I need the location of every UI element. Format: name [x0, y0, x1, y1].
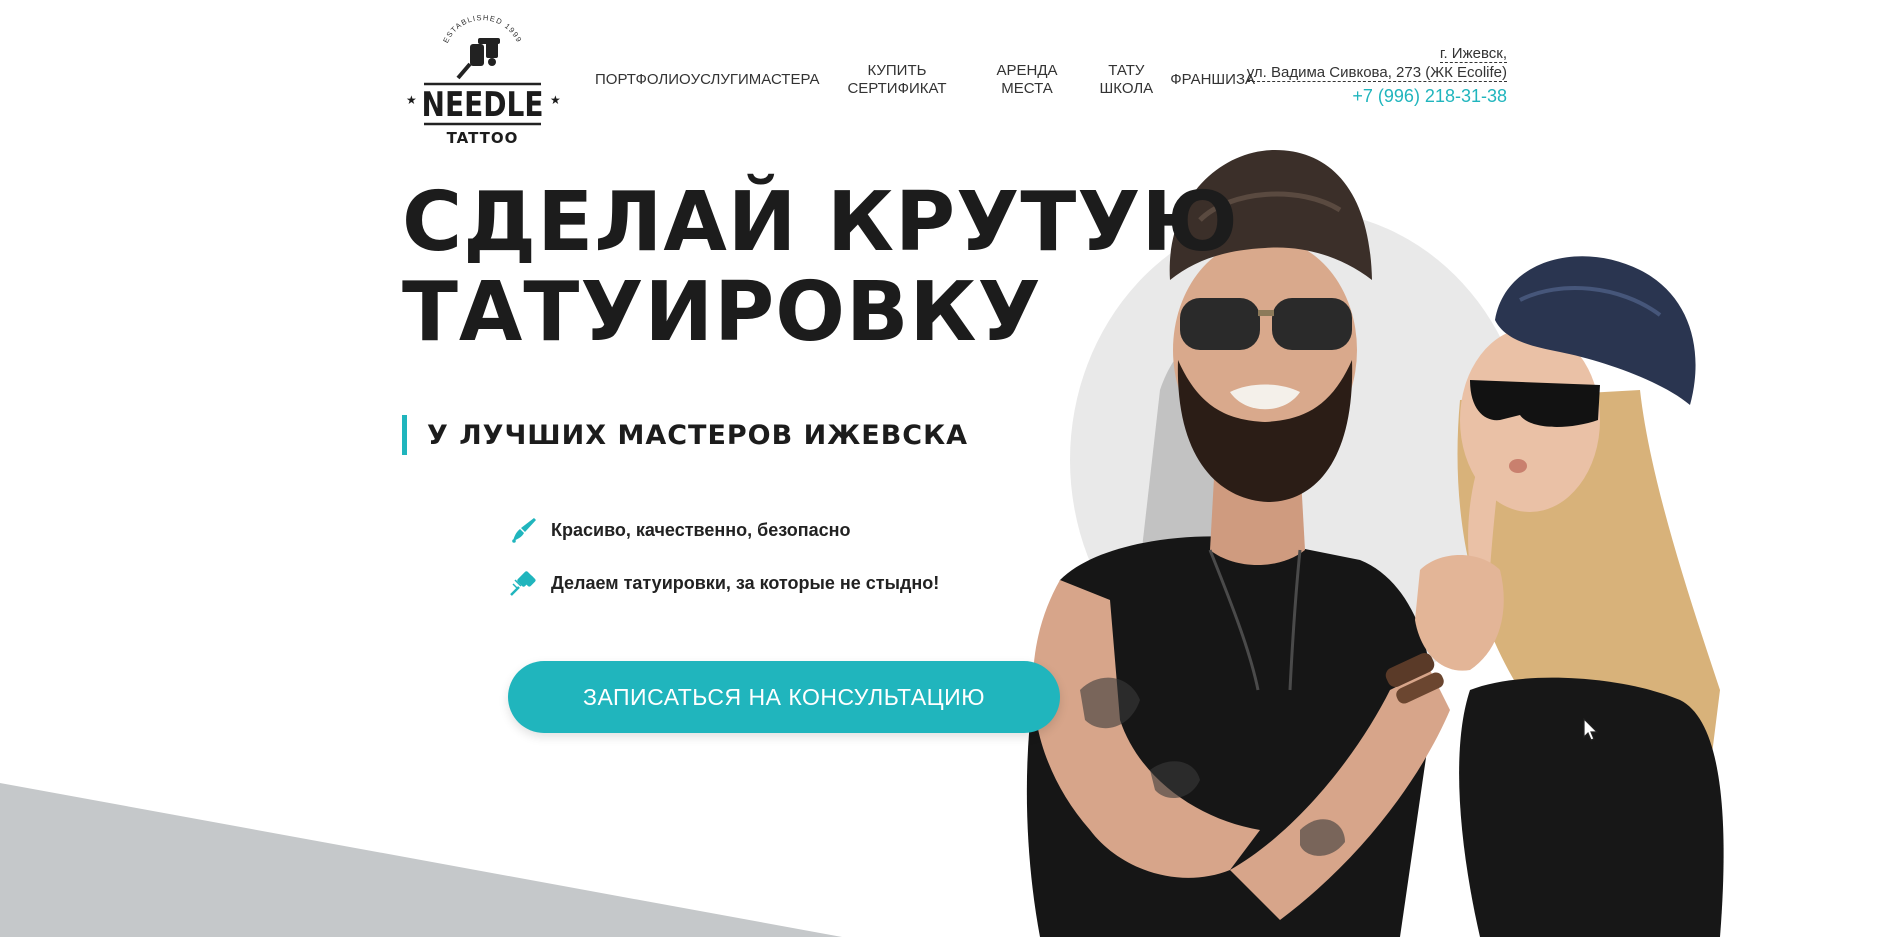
features-list: Красиво, качественно, безопасно Делаем т… [508, 515, 939, 621]
feature-text: Делаем татуировки, за которые не стыдно! [551, 572, 940, 593]
nav-rent-place[interactable]: АРЕНДА МЕСТА [997, 62, 1058, 98]
nav-portfolio[interactable]: ПОРТФОЛИО [595, 71, 691, 89]
nav-services[interactable]: УСЛУГИ [691, 71, 749, 89]
nav-franchise[interactable]: ФРАНШИЗА [1170, 71, 1255, 89]
feature-item: Делаем татуировки, за которые не стыдно! [508, 568, 939, 598]
mouse-cursor-icon [1583, 718, 1599, 741]
nav-tattoo-school[interactable]: ТАТУ ШКОЛА [1100, 62, 1154, 98]
subline-accent-bar [402, 415, 407, 455]
nav-tattoo-school-line2: ШКОЛА [1099, 80, 1154, 97]
main-nav: ПОРТФОЛИО УСЛУГИ МАСТЕРА КУПИТЬ СЕРТИФИК… [595, 58, 1255, 102]
nav-rent-place-line1: АРЕНДА [996, 62, 1058, 79]
feature-item: Красиво, качественно, безопасно [508, 515, 939, 545]
needle-tattoo-logo[interactable]: ESTABLISHED 1999 NEEDLE ★ ★ TATTOO [400, 12, 565, 147]
address-city-text[interactable]: г. Ижевск, [1439, 45, 1507, 63]
contact-block: г. Ижевск, ул. Вадима Сивкова, 273 (ЖК E… [1246, 44, 1507, 107]
address-street[interactable]: ул. Вадима Сивкова, 273 (ЖК Ecolife) [1246, 63, 1507, 82]
hero-headline-line2: ТАТУИРОВКУ [402, 265, 1042, 360]
tattoo-machine-icon [456, 38, 500, 80]
svg-text:★: ★ [406, 93, 417, 107]
logo-sub: TATTOO [447, 129, 519, 147]
brush-icon [512, 518, 536, 543]
svg-text:★: ★ [550, 93, 561, 107]
nav-masters[interactable]: МАСТЕРА [749, 71, 820, 89]
nav-rent-place-line2: МЕСТА [1001, 80, 1053, 97]
phone-link[interactable]: +7 (996) 218-31-38 [1247, 85, 1507, 107]
nav-tattoo-school-line1: ТАТУ [1108, 62, 1145, 79]
nav-buy-certificate-line1: КУПИТЬ [867, 62, 927, 79]
hero-headline-line1: СДЕЛАЙ КРУТУЮ [402, 175, 1239, 270]
hero-headline: СДЕЛАЙ КРУТУЮ ТАТУИРОВКУ [402, 178, 1239, 358]
book-consultation-button[interactable]: ЗАПИСАТЬСЯ НА КОНСУЛЬТАЦИЮ [508, 661, 1060, 733]
nav-buy-certificate[interactable]: КУПИТЬ СЕРТИФИКАТ [847, 62, 946, 98]
hero-subline-block: У ЛУЧШИХ МАСТЕРОВ ИЖЕВСКА [402, 415, 968, 455]
address-street-text[interactable]: ул. Вадима Сивкова, 273 (ЖК Ecolife) [1246, 64, 1507, 82]
tattoo-machine-icon [510, 571, 536, 596]
nav-buy-certificate-line2: СЕРТИФИКАТ [847, 80, 947, 97]
landing-page: ESTABLISHED 1999 NEEDLE ★ ★ TATTOO ПОРТФ… [0, 0, 1903, 937]
address-city[interactable]: г. Ижевск, [1247, 44, 1507, 63]
logo-name: NEEDLE [422, 85, 544, 125]
feature-text: Красиво, качественно, безопасно [551, 519, 851, 540]
hero-subline: У ЛУЧШИХ МАСТЕРОВ ИЖЕВСКА [427, 419, 969, 451]
